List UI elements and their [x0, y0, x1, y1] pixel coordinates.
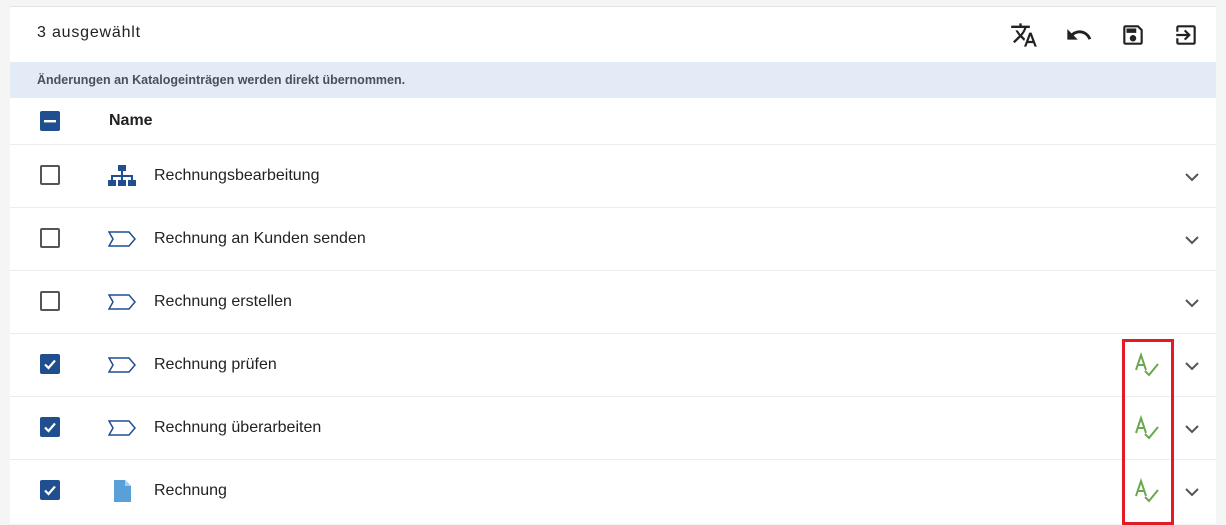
expand-chevron-icon[interactable]	[1180, 482, 1204, 502]
process-step-icon	[108, 352, 136, 378]
undo-button[interactable]	[1063, 19, 1095, 51]
process-step-icon	[108, 226, 136, 252]
check-icon	[44, 485, 56, 496]
list-row[interactable]: Rechnungsbearbeitung	[10, 144, 1216, 207]
select-all-checkbox[interactable]	[40, 111, 60, 131]
row-label: Rechnung überarbeiten	[154, 419, 322, 436]
list-row[interactable]: Rechnung prüfen	[10, 333, 1216, 396]
row-checkbox[interactable]	[40, 354, 60, 374]
info-banner-text: Änderungen an Katalogeinträgen werden di…	[37, 73, 406, 87]
exit-button[interactable]	[1170, 19, 1202, 51]
highlight-box	[1122, 339, 1174, 525]
org-chart-icon	[108, 163, 136, 189]
list-row[interactable]: Rechnung an Kunden senden	[10, 207, 1216, 270]
translate-icon	[1011, 23, 1037, 47]
row-checkbox[interactable]	[40, 417, 60, 437]
check-icon	[44, 359, 56, 370]
check-icon	[44, 422, 56, 433]
list-header: Name	[10, 98, 1216, 144]
expand-chevron-icon[interactable]	[1180, 167, 1204, 187]
row-label: Rechnung erstellen	[154, 293, 292, 310]
expand-chevron-icon[interactable]	[1180, 293, 1204, 313]
info-banner: Änderungen an Katalogeinträgen werden di…	[10, 62, 1216, 98]
row-label: Rechnung an Kunden senden	[154, 230, 366, 247]
row-checkbox[interactable]	[40, 480, 60, 500]
row-label: Rechnung prüfen	[154, 356, 277, 373]
undo-icon	[1067, 29, 1092, 40]
name-column-header[interactable]: Name	[109, 112, 153, 130]
expand-chevron-icon[interactable]	[1180, 419, 1204, 439]
selection-count: 3 ausgewählt	[37, 24, 141, 41]
catalog-panel: 3 ausgewählt Änderungen an Katalogeinträ…	[10, 6, 1216, 525]
list-row[interactable]: Rechnung erstellen	[10, 270, 1216, 333]
document-icon	[108, 478, 136, 504]
process-step-icon	[108, 289, 136, 315]
list-row[interactable]: Rechnung	[10, 459, 1216, 522]
row-checkbox[interactable]	[40, 228, 60, 248]
row-checkbox[interactable]	[40, 165, 60, 185]
list-row[interactable]: Rechnung überarbeiten	[10, 396, 1216, 459]
row-label: Rechnungsbearbeitung	[154, 167, 320, 184]
toolbar: 3 ausgewählt	[10, 7, 1216, 62]
process-step-icon	[108, 415, 136, 441]
row-label: Rechnung	[154, 482, 227, 499]
row-checkbox[interactable]	[40, 291, 60, 311]
exit-icon	[1176, 25, 1196, 45]
expand-chevron-icon[interactable]	[1180, 356, 1204, 376]
expand-chevron-icon[interactable]	[1180, 230, 1204, 250]
translate-button[interactable]	[1008, 19, 1040, 51]
indeterminate-icon	[44, 120, 56, 123]
save-icon	[1123, 25, 1143, 45]
save-button[interactable]	[1117, 19, 1149, 51]
